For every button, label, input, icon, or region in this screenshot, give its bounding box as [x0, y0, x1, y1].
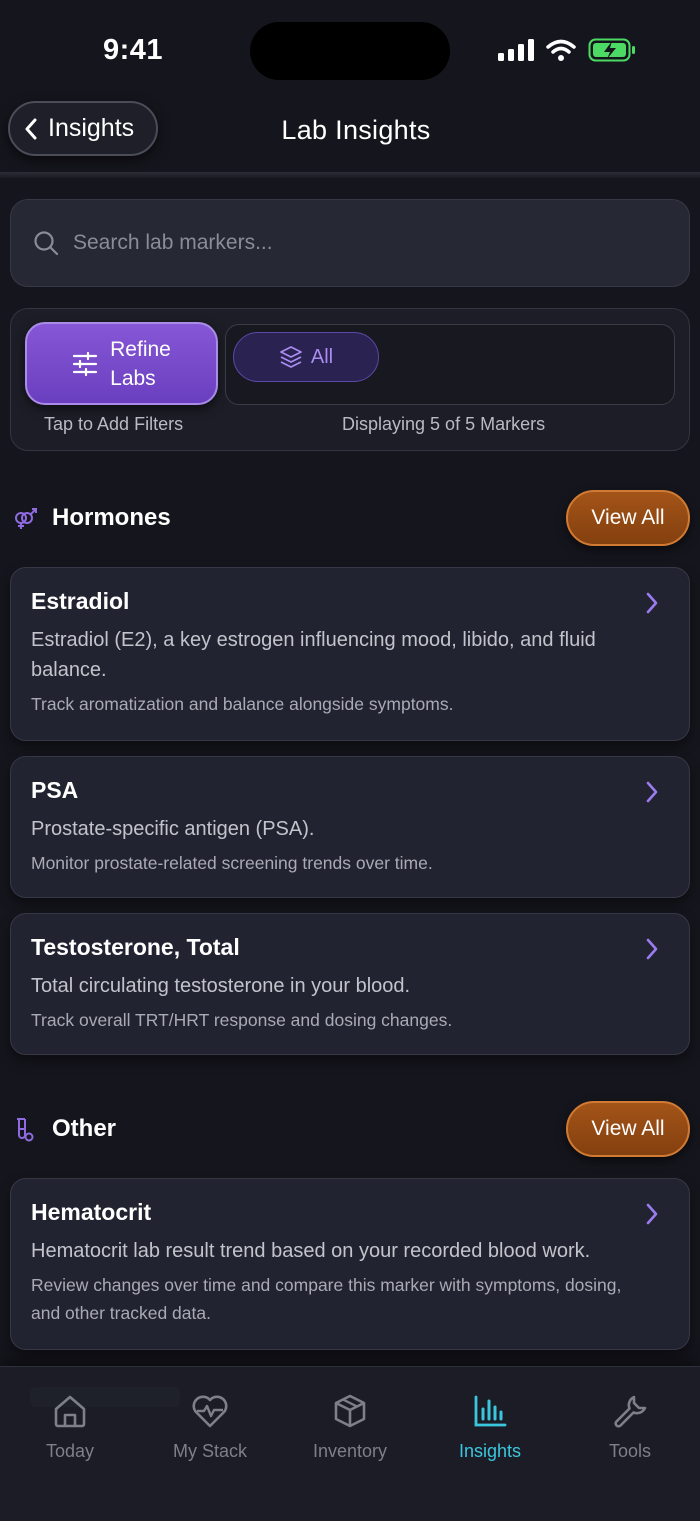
tab-label: Tools [608, 1441, 652, 1461]
tab-insights[interactable]: Insights [420, 1393, 560, 1473]
section-title-hormones: Hormones [52, 504, 171, 531]
tab-my-stack[interactable]: My Stack [140, 1393, 280, 1473]
wrench-icon [614, 1395, 647, 1428]
tab-tools[interactable]: Tools [560, 1393, 700, 1473]
tab-label: Inventory [312, 1441, 388, 1461]
card-description: Hematocrit lab result trend based on you… [31, 1240, 591, 1262]
filter-chip-all-label: All [310, 345, 334, 368]
refine-labs-label: Refine Labs [110, 335, 171, 393]
lab-card-estradiol[interactable]: Estradiol Estradiol (E2), a key estrogen… [10, 567, 690, 741]
section-header-hormones: Hormones View All [0, 490, 700, 550]
home-icon [54, 1395, 86, 1428]
tab-bar: Today My Stack Inventory Insights Tools [0, 1366, 700, 1521]
tap-to-add-filters-caption: Tap to Add Filters [44, 414, 184, 434]
bar-chart-icon [474, 1395, 507, 1427]
lab-card-testosterone-total[interactable]: Testosterone, Total Total circulating te… [10, 913, 690, 1055]
tab-label: Today [45, 1441, 95, 1461]
status-bar: 9:41 [0, 0, 700, 100]
dynamic-island [250, 22, 450, 80]
card-title: Testosterone, Total [31, 934, 240, 960]
section-header-other: Other View All [0, 1101, 700, 1161]
card-description: Total circulating testosterone in your b… [31, 975, 411, 997]
refine-label-line2: Labs [110, 366, 156, 390]
lab-card-hematocrit[interactable]: Hematocrit Hematocrit lab result trend b… [10, 1178, 690, 1350]
lab-card-psa[interactable]: PSA Prostate-specific antigen (PSA). Mon… [10, 756, 690, 898]
search-input[interactable] [73, 231, 633, 255]
card-description: Prostate-specific antigen (PSA). [31, 818, 315, 840]
search-bar[interactable] [10, 199, 690, 287]
chevron-right-icon [646, 938, 658, 960]
card-title: Estradiol [31, 588, 130, 614]
battery-charging-icon [588, 38, 635, 62]
card-title: Hematocrit [31, 1199, 152, 1225]
card-note: Review changes over time and compare thi… [31, 1275, 622, 1323]
page-title: Lab Insights [281, 115, 431, 145]
status-time: 9:41 [103, 34, 164, 66]
chevron-right-icon [646, 781, 658, 803]
chevron-right-icon [646, 1203, 658, 1225]
section-title-other: Other [52, 1115, 117, 1142]
refine-label-line1: Refine [110, 337, 171, 361]
tab-label: Insights [458, 1441, 522, 1461]
box-icon [334, 1394, 366, 1428]
filter-chip-area: All [225, 324, 675, 405]
card-note: Track aromatization and balance alongsid… [31, 694, 454, 714]
tab-label: My Stack [172, 1441, 247, 1461]
view-all-other-button[interactable]: View All [566, 1101, 690, 1157]
card-title: PSA [31, 777, 79, 803]
filter-chip-all[interactable]: All [233, 332, 379, 382]
tab-today[interactable]: Today [0, 1393, 140, 1473]
status-icons [498, 38, 636, 62]
displaying-count-caption: Displaying 5 of 5 Markers [342, 414, 546, 434]
wifi-icon [546, 39, 576, 61]
refine-labs-button[interactable]: Refine Labs [25, 322, 218, 405]
search-icon [34, 231, 59, 256]
chevron-right-icon [646, 592, 658, 614]
cellular-signal-icon [498, 39, 534, 61]
card-note: Track overall TRT/HRT response and dosin… [31, 1010, 453, 1030]
header-divider [0, 172, 700, 178]
heart-pulse-icon [192, 1395, 228, 1428]
filter-panel: Refine Labs All Tap to Add Filters Displ… [10, 308, 690, 451]
card-description: Estradiol (E2), a key estrogen influenci… [31, 629, 596, 681]
layers-icon [279, 346, 302, 368]
view-all-hormones-button[interactable]: View All [566, 490, 690, 546]
sliders-icon [73, 351, 98, 376]
gender-symbol-icon [15, 508, 37, 529]
card-note: Monitor prostate-related screening trend… [31, 853, 433, 873]
test-tube-icon [17, 1118, 34, 1142]
nav-header: Insights Lab Insights [0, 95, 700, 175]
tab-inventory[interactable]: Inventory [280, 1393, 420, 1473]
